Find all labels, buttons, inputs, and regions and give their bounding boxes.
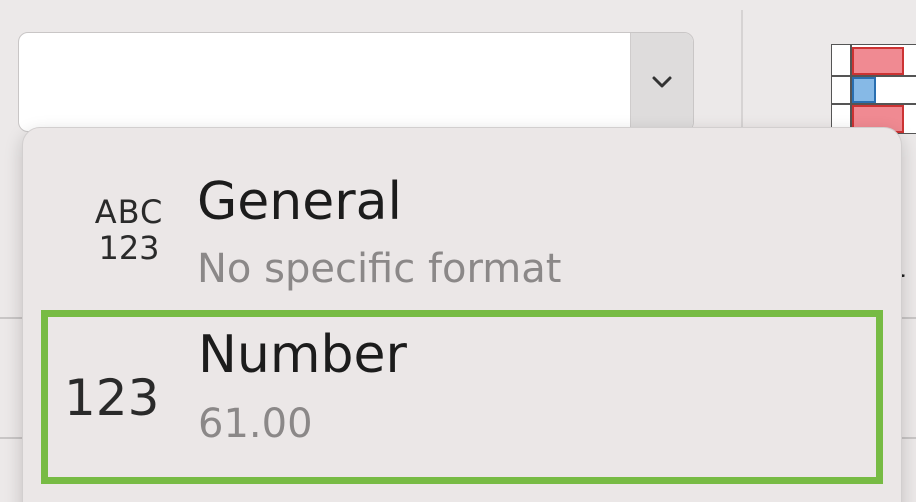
conditional-formatting-icon[interactable]: [831, 44, 916, 134]
format-option-subtitle: No specific format: [197, 246, 562, 292]
format-option-title: Number: [198, 325, 407, 385]
number-format-icon: 123: [64, 369, 160, 427]
format-option-subtitle: 61.00: [198, 401, 313, 447]
general-format-icon: ABC 123: [94, 193, 164, 267]
ribbon-group-separator: [741, 10, 743, 130]
number-format-combo[interactable]: [18, 32, 694, 132]
format-dropdown-button[interactable]: [630, 33, 693, 131]
excel-ribbon-area: li a ABC 123 General No specific format …: [0, 0, 916, 502]
format-option-number[interactable]: 123 Number 61.00: [41, 310, 883, 484]
number-format-input[interactable]: [19, 33, 631, 131]
format-option-title: General: [197, 172, 402, 232]
format-option-general[interactable]: ABC 123 General No specific format: [41, 158, 883, 308]
chevron-down-icon: [652, 76, 672, 88]
number-format-menu: ABC 123 General No specific format 123 N…: [22, 127, 902, 502]
